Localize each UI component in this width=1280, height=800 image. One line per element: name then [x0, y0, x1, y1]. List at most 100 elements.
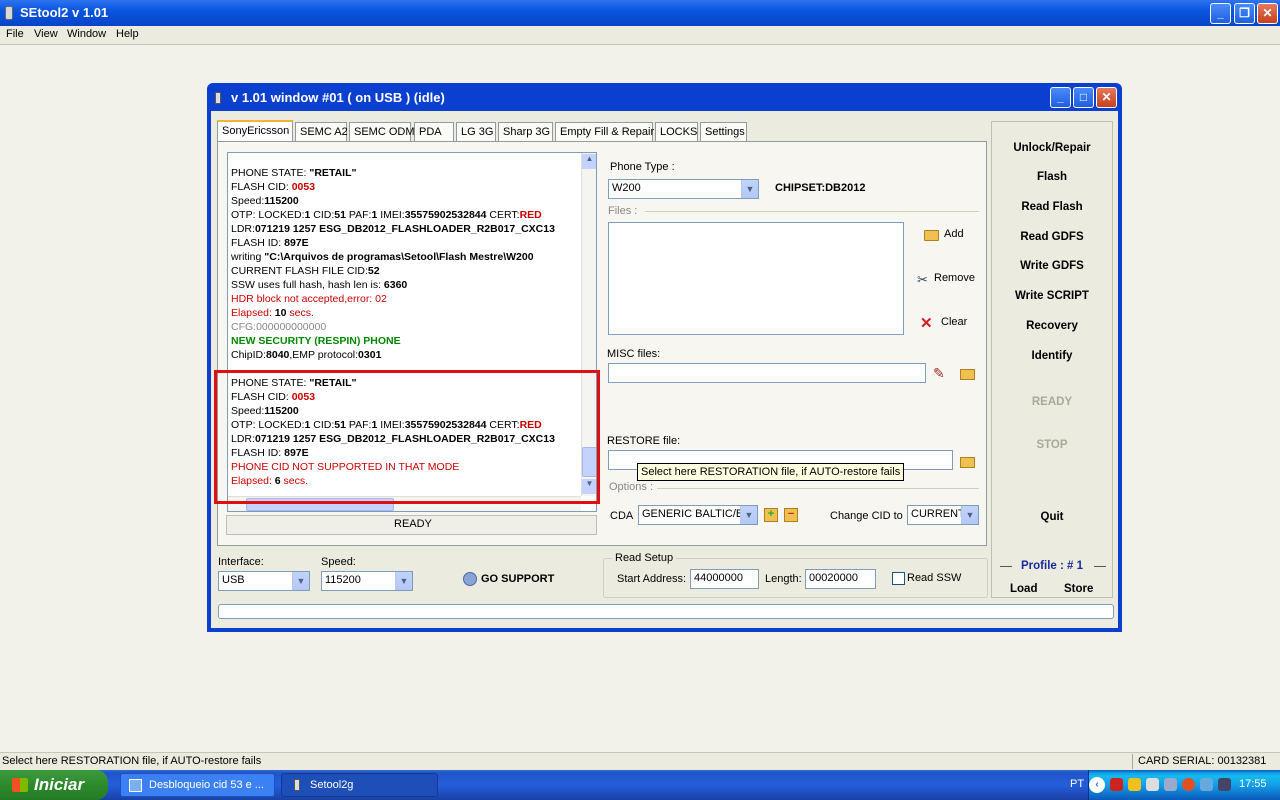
restore-button[interactable]: ❐ — [1234, 3, 1255, 24]
go-support-button[interactable]: GO SUPPORT — [481, 573, 554, 585]
quit-button[interactable]: Quit — [992, 511, 1112, 523]
tab-pda[interactable]: PDA — [414, 122, 454, 141]
child-minimize-button[interactable]: _ — [1050, 87, 1071, 108]
files-list[interactable] — [608, 222, 904, 335]
identify-button[interactable]: Identify — [992, 350, 1112, 362]
log-line: NEW SECURITY (RESPIN) PHONE — [231, 335, 401, 347]
clear-button[interactable]: Clear — [941, 316, 967, 328]
remove-cda-icon[interactable]: − — [784, 508, 798, 522]
speed-label: Speed: — [321, 556, 356, 568]
write-gdfs-button[interactable]: Write GDFS — [992, 260, 1112, 272]
length-input[interactable]: 00020000 — [805, 569, 876, 589]
antivirus-icon[interactable] — [1110, 778, 1123, 791]
flash-button[interactable]: Flash — [992, 171, 1112, 183]
start-address-input[interactable]: 44000000 — [690, 569, 759, 589]
stop-button[interactable]: STOP — [992, 439, 1112, 451]
read-ssw-checkbox[interactable] — [892, 572, 905, 585]
child-window-icon — [215, 92, 221, 104]
options-groupline — [657, 488, 979, 489]
child-window-body: SonyEricsson SEMC A2 SEMC ODM PDA LG 3G … — [211, 111, 1118, 628]
taskbar-item-browser[interactable]: Desbloqueio cid 53 e ... — [120, 773, 275, 797]
write-script-button[interactable]: Write SCRIPT — [992, 290, 1112, 302]
log-line: LDR:071219 1257 ESG_DB2012_FLASHLOADER_R… — [231, 223, 555, 235]
security-shield-icon[interactable] — [1128, 778, 1141, 791]
speed-select[interactable]: 115200 ▼ — [321, 571, 413, 591]
load-button[interactable]: Load — [1010, 583, 1037, 595]
app-tray-icon[interactable] — [1182, 778, 1195, 791]
menu-file[interactable]: File — [6, 28, 24, 40]
network-icon[interactable] — [1164, 778, 1177, 791]
misc-folder-icon[interactable] — [960, 369, 975, 380]
progress-bar — [218, 604, 1114, 619]
update-icon[interactable] — [1200, 778, 1213, 791]
pencil-icon[interactable]: ✎ — [933, 365, 945, 382]
recovery-button[interactable]: Recovery — [992, 320, 1112, 332]
clock: 17:55 — [1239, 778, 1267, 790]
scissors-icon: ✂ — [917, 272, 928, 287]
log-line: writing "C:\Arquivos de programas\Setool… — [231, 251, 534, 263]
speaker-icon[interactable] — [1146, 778, 1159, 791]
unlock-repair-button[interactable]: Unlock/Repair — [992, 142, 1112, 154]
clear-x-icon: ✕ — [920, 315, 933, 332]
tab-sonyericsson[interactable]: SonyEricsson — [217, 120, 293, 142]
child-window-title: v 1.01 window #01 ( on USB ) (idle) — [231, 90, 445, 105]
support-icon — [463, 572, 477, 586]
app-title-bar: SEtool2 v 1.01 _ ❐ ✕ — [0, 0, 1280, 26]
log-line: Speed:115200 — [231, 195, 299, 207]
log-line: ChipID:8040,EMP protocol:0301 — [231, 349, 382, 361]
read-gdfs-button[interactable]: Read GDFS — [992, 231, 1112, 243]
chevron-down-icon: ▼ — [292, 572, 309, 590]
scroll-up-icon[interactable]: ▲ — [582, 154, 596, 169]
cda-select[interactable]: GENERIC BALTIC/BA ▼ — [638, 505, 758, 525]
phone-type-label: Phone Type : — [610, 161, 675, 173]
tab-empty-fill-repair[interactable]: Empty Fill & Repair — [555, 122, 654, 141]
files-label: Files : — [608, 205, 638, 217]
tab-semc-odm[interactable]: SEMC ODM — [349, 122, 415, 141]
menu-window[interactable]: Window — [67, 28, 106, 40]
tab-settings[interactable]: Settings — [700, 122, 747, 141]
card-serial: CARD SERIAL: 00132381 — [1138, 755, 1267, 767]
log-line: SSW uses full hash, hash len is: 6360 — [231, 279, 408, 291]
length-label: Length: — [765, 573, 802, 585]
tab-semc-a2[interactable]: SEMC A2 — [295, 122, 348, 141]
menu-view[interactable]: View — [34, 28, 58, 40]
start-label: Iniciar — [34, 775, 85, 794]
start-address-label: Start Address: — [617, 573, 687, 585]
misc-files-label: MISC files: — [607, 348, 661, 360]
read-ssw-label: Read SSW — [907, 572, 962, 584]
language-indicator[interactable]: PT — [1070, 778, 1084, 790]
restore-folder-icon[interactable] — [960, 457, 975, 468]
child-maximize-button[interactable]: □ — [1073, 87, 1094, 108]
tab-lg-3g[interactable]: LG 3G — [456, 122, 496, 141]
tab-sharp-3g[interactable]: Sharp 3G — [498, 122, 553, 141]
menu-help[interactable]: Help — [116, 28, 139, 40]
phone-type-select[interactable]: W200 ▼ — [608, 179, 759, 199]
interface-select[interactable]: USB ▼ — [218, 571, 310, 591]
log-line: Elapsed: 10 secs. — [231, 307, 314, 319]
windows-logo-icon — [12, 778, 28, 792]
log-line: PHONE STATE: "RETAIL" — [231, 167, 357, 179]
child-close-button[interactable]: ✕ — [1096, 87, 1117, 108]
add-cda-icon[interactable]: + — [764, 508, 778, 522]
close-button[interactable]: ✕ — [1257, 3, 1278, 24]
remove-button[interactable]: Remove — [934, 272, 975, 284]
minimize-button[interactable]: _ — [1210, 3, 1231, 24]
change-cid-select[interactable]: CURRENT ▼ — [907, 505, 979, 525]
misc-files-input[interactable] — [608, 363, 926, 383]
taskbar-item-setool[interactable]: Setool2g — [281, 773, 438, 797]
chevron-down-icon: ▼ — [740, 506, 757, 524]
tab-locks[interactable]: LOCKS — [655, 122, 698, 141]
highlight-box — [214, 370, 600, 504]
start-button[interactable]: Iniciar — [0, 770, 108, 800]
chipset-label: CHIPSET:DB2012 — [775, 182, 866, 194]
log-line: HDR block not accepted,error: 02 — [231, 293, 387, 305]
add-button[interactable]: Add — [944, 228, 964, 240]
log-line: CFG:000000000000 — [231, 321, 327, 333]
store-button[interactable]: Store — [1064, 583, 1093, 595]
chevron-down-icon: ▼ — [961, 506, 978, 524]
read-flash-button[interactable]: Read Flash — [992, 201, 1112, 213]
tray-expand-icon[interactable]: ‹ — [1089, 777, 1105, 793]
status-divider — [1132, 754, 1133, 769]
monitor-icon[interactable] — [1218, 778, 1231, 791]
log-line: FLASH ID: 897E — [231, 237, 309, 249]
